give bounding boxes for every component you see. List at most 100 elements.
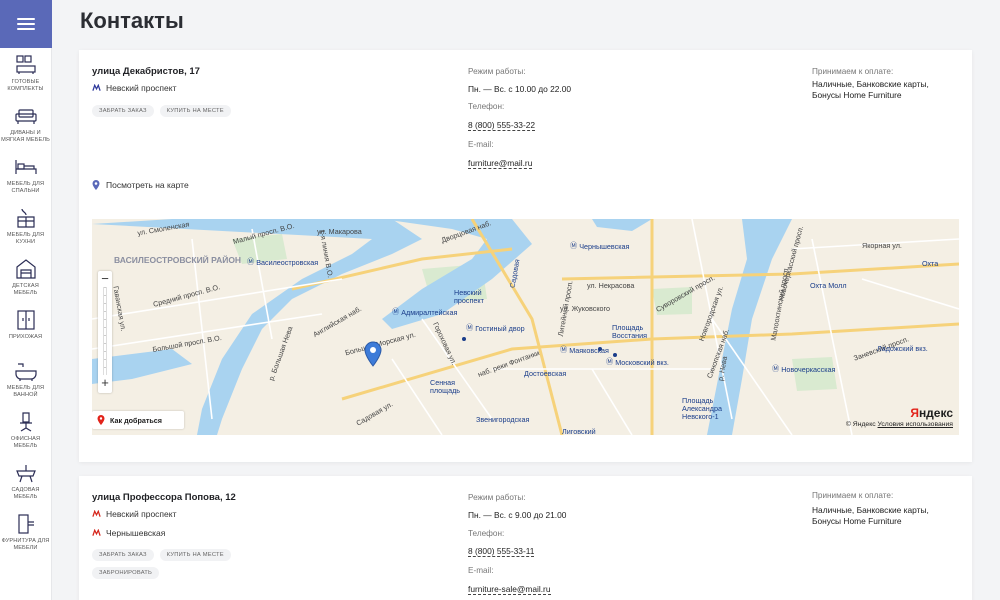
email-label: E-mail: — [468, 566, 494, 575]
sidebar-item-label: ОФИСНАЯ МЕБЕЛЬ — [10, 436, 41, 449]
phone-link[interactable]: 8 (800) 555-33-11 — [468, 546, 535, 557]
metro-station-label: Площадь Александра Невского-1 — [682, 396, 722, 421]
map[interactable]: ВАСИЛЕОСТРОВСКИЙ РАЙОН ул. Смоленская Ма… — [92, 219, 959, 435]
district-label: ВАСИЛЕОСТРОВСКИЙ РАЙОН — [114, 255, 242, 265]
sidebar-item-label: ДИВАНЫ И МЯГКАЯ МЕБЕЛЬ — [1, 130, 50, 143]
metro-station-label: Ⓜ Гостиный двор — [466, 323, 525, 333]
metro-station: Невский проспект — [92, 509, 176, 519]
tag-buy-onsite[interactable]: КУПИТЬ НА МЕСТЕ — [159, 549, 231, 561]
ready-sets-icon — [15, 55, 36, 74]
tag-buy-onsite[interactable]: КУПИТЬ НА МЕСТЕ — [159, 105, 231, 117]
route-button-label: Как добраться — [110, 415, 162, 425]
street-label: ул. Некрасова — [587, 281, 635, 290]
sidebar-item-sofas[interactable]: ДИВАНЫ И МЯГКАЯ МЕБЕЛЬ — [0, 99, 51, 150]
hardware-icon — [17, 514, 34, 534]
location-marker-icon[interactable] — [364, 341, 382, 367]
hamburger-icon — [17, 18, 35, 30]
kitchen-icon — [16, 208, 35, 228]
service-tags: ЗАБРАТЬ ЗАКАЗ КУПИТЬ НА МЕСТЕ ЗАБРОНИРОВ… — [92, 549, 252, 579]
store-card: улица Профессора Попова, 12 Невский прос… — [79, 476, 972, 600]
payment-value: Наличные, Банковские карты, Бонусы Home … — [812, 505, 929, 526]
email-link[interactable]: furniture-sale@mail.ru — [468, 584, 551, 595]
route-button[interactable]: Как добраться — [92, 411, 184, 429]
metro-station-label: Ⓜ Новочеркасская — [772, 364, 836, 374]
sidebar-item-label: МЕБЕЛЬ ДЛЯ СПАЛЬНИ — [6, 181, 45, 194]
sidebar-item-kitchen[interactable]: МЕБЕЛЬ ДЛЯ КУХНИ — [0, 201, 51, 252]
bathroom-icon — [14, 363, 37, 381]
office-chair-icon — [19, 412, 32, 432]
sidebar-item-hallway[interactable]: ПРИХОЖАЯ — [0, 303, 51, 354]
tag-pickup[interactable]: ЗАБРАТЬ ЗАКАЗ — [92, 549, 154, 561]
metro-station-label: Охта Молл — [810, 281, 847, 290]
email-link[interactable]: furniture@mail.ru — [468, 158, 533, 169]
metro-station-label: Звенигородская — [476, 415, 530, 424]
metro-station-label: Ⓜ Московский вкз. — [606, 357, 669, 367]
see-on-map-label: Посмотреть на карте — [106, 180, 189, 190]
zoom-out-button[interactable]: − — [98, 271, 112, 287]
hours-label: Режим работы: — [468, 67, 526, 76]
metro-station-label: Ⓜ Адмиралтейская — [392, 307, 458, 317]
metro-name: Чернышевская — [106, 528, 166, 538]
street-label: ул. Жуковского — [560, 304, 611, 313]
bed-icon — [14, 160, 37, 174]
phone-link[interactable]: 8 (800) 555-33-22 — [468, 120, 536, 131]
payment-value: Наличные, Банковские карты, Бонусы Home … — [812, 79, 929, 100]
sidebar-item-label: ГОТОВЫЕ КОМПЛЕКТЫ — [7, 79, 44, 92]
yandex-logo[interactable]: Яндекс — [910, 406, 953, 420]
metro-icon — [92, 529, 101, 536]
email-label: E-mail: — [468, 140, 494, 149]
see-on-map-link[interactable]: Посмотреть на карте — [92, 180, 189, 190]
metro-station-label: Невский проспект — [454, 288, 484, 305]
zoom-slider[interactable] — [103, 287, 107, 375]
sidebar: ГОТОВЫЕ КОМПЛЕКТЫ ДИВАНЫ И МЯГКАЯ МЕБЕЛЬ… — [0, 0, 52, 600]
store-card: улица Декабристов, 17 Невский проспект З… — [79, 50, 972, 462]
metro-station-label: Ⓜ Маяковская — [560, 345, 609, 355]
garden-icon — [15, 465, 36, 483]
sidebar-item-label: ДЕТСКАЯ МЕБЕЛЬ — [12, 283, 39, 296]
service-tags: ЗАБРАТЬ ЗАКАЗ КУПИТЬ НА МЕСТЕ — [92, 105, 252, 117]
metro-station: Невский проспект — [92, 83, 176, 93]
hours-label: Режим работы: — [468, 493, 526, 502]
sidebar-item-office[interactable]: ОФИСНАЯ МЕБЕЛЬ — [0, 405, 51, 456]
store-address: улица Профессора Попова, 12 — [92, 492, 236, 503]
metro-station-label: Ладожский вкз. — [877, 344, 928, 353]
sidebar-item-garden[interactable]: САДОВАЯ МЕБЕЛЬ — [0, 456, 51, 507]
menu-button[interactable] — [0, 0, 52, 48]
tag-pickup[interactable]: ЗАБРАТЬ ЗАКАЗ — [92, 105, 154, 117]
hours-value: Пн. — Вс. с 10.00 до 22.00 — [468, 84, 572, 94]
route-pin-icon — [97, 415, 105, 425]
metro-station-label: Лиговский — [562, 427, 596, 435]
location-pin-icon — [92, 180, 100, 190]
sidebar-item-label: САДОВАЯ МЕБЕЛЬ — [11, 487, 40, 500]
sidebar-item-hardware[interactable]: ФУРНИТУРА ДЛЯ МЕБЕЛИ — [0, 507, 51, 558]
kids-icon — [15, 259, 36, 279]
hours-value: Пн. — Вс. с 9.00 до 21.00 — [468, 510, 567, 520]
metro-station-label: Охта — [922, 259, 939, 268]
sidebar-item-label: ПРИХОЖАЯ — [8, 334, 43, 340]
tag-reserve[interactable]: ЗАБРОНИРОВАТЬ — [92, 567, 160, 579]
sofa-icon — [14, 109, 37, 124]
payment-label: Принимаем к оплате: — [812, 491, 894, 500]
sidebar-item-bathroom[interactable]: МЕБЕЛЬ ДЛЯ ВАННОЙ — [0, 354, 51, 405]
metro-station-label: Ⓜ Василеостровская — [247, 257, 319, 267]
sidebar-item-bedroom[interactable]: МЕБЕЛЬ ДЛЯ СПАЛЬНИ — [0, 150, 51, 201]
payment-label: Принимаем к оплате: — [812, 67, 894, 76]
zoom-in-button[interactable]: + — [98, 375, 112, 391]
phone-label: Телефон: — [468, 529, 505, 538]
metro-station-label: Сенная площадь — [430, 378, 461, 395]
zoom-control[interactable]: − + — [98, 271, 112, 393]
metro-station-label: Достоевская — [524, 369, 567, 378]
sidebar-item-label: ФУРНИТУРА ДЛЯ МЕБЕЛИ — [1, 538, 50, 551]
map-background — [92, 219, 959, 435]
copyright-text: © Яндекс — [845, 421, 876, 428]
sidebar-item-ready-sets[interactable]: ГОТОВЫЕ КОМПЛЕКТЫ — [0, 48, 51, 99]
metro-station: Чернышевская — [92, 528, 165, 538]
terms-link[interactable]: Условия использования — [878, 421, 953, 428]
metro-name: Невский проспект — [106, 509, 177, 519]
store-address: улица Декабристов, 17 — [92, 66, 200, 77]
sidebar-item-label: МЕБЕЛЬ ДЛЯ ВАННОЙ — [6, 385, 45, 398]
sidebar-item-label: МЕБЕЛЬ ДЛЯ КУХНИ — [6, 232, 45, 245]
sidebar-item-kids[interactable]: ДЕТСКАЯ МЕБЕЛЬ — [0, 252, 51, 303]
metro-icon — [92, 84, 101, 91]
street-label: Якорная ул. — [862, 241, 902, 250]
